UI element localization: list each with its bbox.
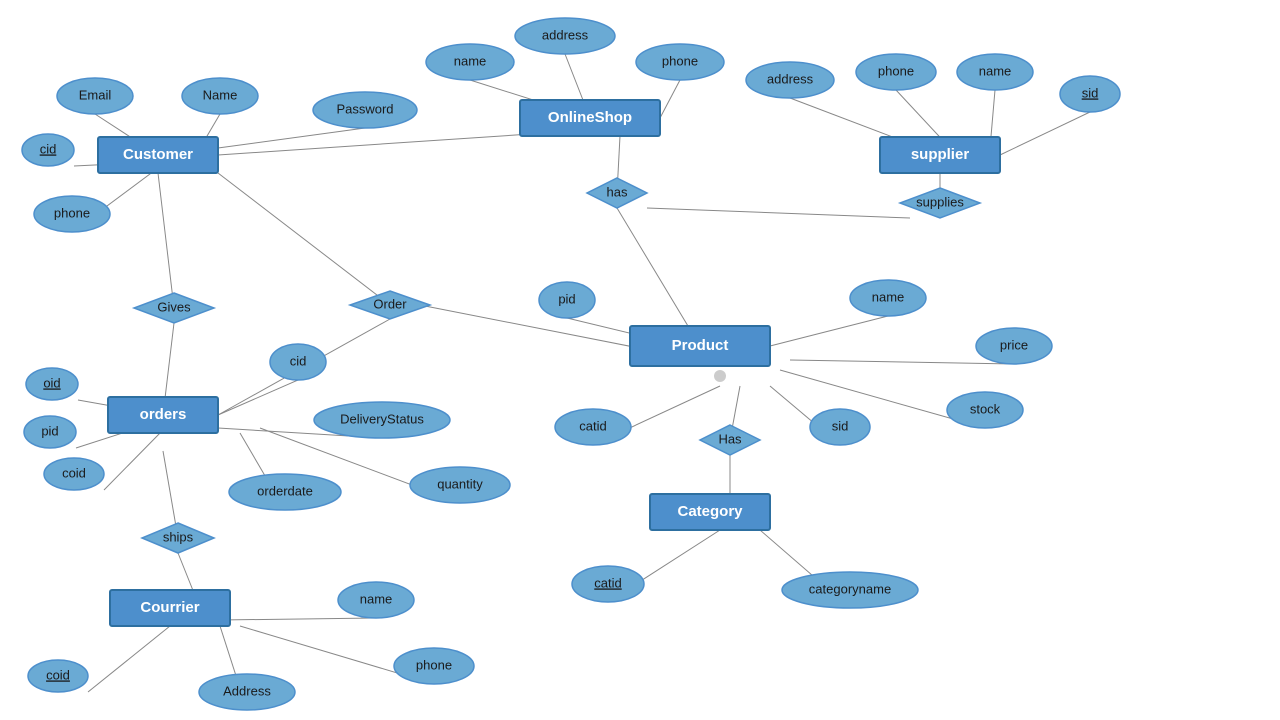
cursor bbox=[714, 370, 726, 382]
rel-order-label: Order bbox=[373, 296, 407, 311]
attr-coid-ord-label: coid bbox=[62, 465, 86, 480]
entity-orders-label: orders bbox=[140, 406, 187, 423]
attr-name-prod-label: name bbox=[872, 289, 905, 304]
attr-email-cust-label: Email bbox=[79, 87, 112, 102]
attr-name-top-label: name bbox=[454, 53, 487, 68]
rel-has-top-label: has bbox=[607, 184, 628, 199]
attr-cid-ord-label: cid bbox=[290, 353, 307, 368]
rel-gives-label: Gives bbox=[157, 299, 191, 314]
attr-cid-cust-label: cid bbox=[40, 141, 57, 156]
attr-pid-prod-label: pid bbox=[558, 291, 575, 306]
entity-product-label: Product bbox=[672, 337, 729, 354]
attr-name-sup-label: name bbox=[979, 63, 1012, 78]
attr-catid-prod-label: catid bbox=[579, 418, 606, 433]
attr-oid-ord-label: oid bbox=[43, 375, 60, 390]
attr-name-cour-label: name bbox=[360, 591, 393, 606]
entity-category-label: Category bbox=[677, 503, 743, 520]
attr-coid-cour-label: coid bbox=[46, 667, 70, 682]
attr-phone-sup-label: phone bbox=[878, 63, 914, 78]
attr-address-top-label: address bbox=[542, 27, 589, 42]
er-diagram: OnlineShop Customer supplier Product ord… bbox=[0, 0, 1280, 720]
attr-pid-ord-label: pid bbox=[41, 423, 58, 438]
attr-addr-sup-label: address bbox=[767, 71, 814, 86]
rel-ships-label: ships bbox=[163, 529, 194, 544]
entity-supplier-label: supplier bbox=[911, 146, 970, 163]
attr-catname-cat-label: categoryname bbox=[809, 581, 891, 596]
attr-price-prod-label: price bbox=[1000, 337, 1028, 352]
attr-addr-cour-label: Address bbox=[223, 683, 271, 698]
entity-courrier-label: Courrier bbox=[140, 599, 199, 616]
entity-customer-label: Customer bbox=[123, 146, 193, 163]
attr-orderdate-ord-label: orderdate bbox=[257, 483, 313, 498]
attr-password-cust-label: Password bbox=[336, 101, 393, 116]
rel-has-cat-label: Has bbox=[718, 431, 742, 446]
attr-stock-prod-label: stock bbox=[970, 401, 1001, 416]
attr-sid-sup-label: sid bbox=[1082, 85, 1099, 100]
entity-onlineshop-label: OnlineShop bbox=[548, 109, 632, 126]
attr-sid-prod-label: sid bbox=[832, 418, 849, 433]
attr-name-cust-label: Name bbox=[203, 87, 238, 102]
attr-phone-cust-label: phone bbox=[54, 205, 90, 220]
attr-phone-top-label: phone bbox=[662, 53, 698, 68]
attr-quantity-ord-label: quantity bbox=[437, 476, 483, 491]
attr-catid-cat-label: catid bbox=[594, 575, 621, 590]
rel-supplies-label: supplies bbox=[916, 194, 964, 209]
attr-delivstatus-ord-label: DeliveryStatus bbox=[340, 411, 424, 426]
attr-phone-cour-label: phone bbox=[416, 657, 452, 672]
